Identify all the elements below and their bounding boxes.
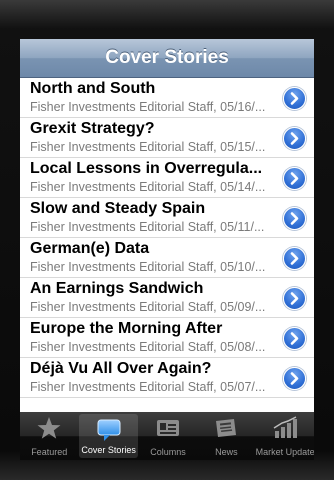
tab-news[interactable]: News: [197, 412, 255, 460]
story-list: North and South Fisher Investments Edito…: [20, 78, 314, 398]
story-title: Grexit Strategy?: [30, 120, 155, 137]
speech-bubble-icon: [96, 418, 122, 442]
newspaper-icon: [213, 416, 239, 440]
page-title: Cover Stories: [105, 47, 229, 68]
app-screen: Cover Stories North and South Fisher Inv…: [20, 39, 314, 460]
detail-disclosure-icon[interactable]: [283, 207, 306, 230]
navigation-bar: Cover Stories: [20, 39, 314, 78]
story-title: German(e) Data: [30, 240, 150, 257]
story-row[interactable]: Slow and Steady Spain Fisher Investments…: [20, 198, 314, 238]
detail-disclosure-icon[interactable]: [283, 167, 306, 190]
tab-featured[interactable]: Featured: [20, 412, 78, 460]
story-row[interactable]: Déjà Vu All Over Again? Fisher Investmen…: [20, 358, 314, 398]
story-title: Europe the Morning After: [30, 320, 223, 337]
tab-bar: Featured Cover Stories Columns News Mark…: [20, 412, 314, 460]
detail-disclosure-icon[interactable]: [283, 127, 306, 150]
story-row[interactable]: Grexit Strategy? Fisher Investments Edit…: [20, 118, 314, 158]
story-row[interactable]: Europe the Morning After Fisher Investme…: [20, 318, 314, 358]
story-byline: Fisher Investments Editorial Staff, 05/1…: [30, 220, 265, 234]
story-row[interactable]: Local Lessons in Overregula... Fisher In…: [20, 158, 314, 198]
tab-market-updates[interactable]: Market Updates: [256, 412, 314, 460]
story-title: Déjà Vu All Over Again?: [30, 360, 212, 377]
bar-chart-icon: [272, 416, 298, 440]
story-title: An Earnings Sandwich: [30, 280, 204, 297]
tab-columns[interactable]: Columns: [139, 412, 197, 460]
story-byline: Fisher Investments Editorial Staff, 05/0…: [30, 380, 266, 394]
story-title: Local Lessons in Overregula...: [30, 160, 263, 177]
detail-disclosure-icon[interactable]: [283, 247, 306, 270]
story-row[interactable]: North and South Fisher Investments Edito…: [20, 78, 314, 118]
story-byline: Fisher Investments Editorial Staff, 05/1…: [30, 140, 266, 154]
story-title: North and South: [30, 80, 156, 97]
tab-label: News: [215, 447, 238, 457]
story-byline: Fisher Investments Editorial Staff, 05/1…: [30, 180, 266, 194]
story-byline: Fisher Investments Editorial Staff, 05/0…: [30, 300, 266, 314]
star-icon: [36, 416, 62, 440]
detail-disclosure-icon[interactable]: [283, 87, 306, 110]
story-row[interactable]: German(e) Data Fisher Investments Editor…: [20, 238, 314, 278]
tab-label: Featured: [31, 447, 68, 457]
story-title: Slow and Steady Spain: [30, 200, 206, 217]
story-byline: Fisher Investments Editorial Staff, 05/1…: [30, 260, 266, 274]
story-row[interactable]: An Earnings Sandwich Fisher Investments …: [20, 278, 314, 318]
detail-disclosure-icon[interactable]: [283, 327, 306, 350]
tab-cover-stories[interactable]: Cover Stories: [79, 414, 138, 458]
tab-label: Columns: [150, 447, 186, 457]
id-card-icon: [155, 416, 181, 440]
tab-label: Cover Stories: [81, 445, 136, 455]
tab-label: Market Updates: [255, 447, 314, 457]
device-frame: Cover Stories North and South Fisher Inv…: [0, 0, 334, 480]
story-byline: Fisher Investments Editorial Staff, 05/0…: [30, 340, 266, 354]
story-byline: Fisher Investments Editorial Staff, 05/1…: [30, 100, 266, 114]
detail-disclosure-icon[interactable]: [283, 367, 306, 390]
detail-disclosure-icon[interactable]: [283, 287, 306, 310]
